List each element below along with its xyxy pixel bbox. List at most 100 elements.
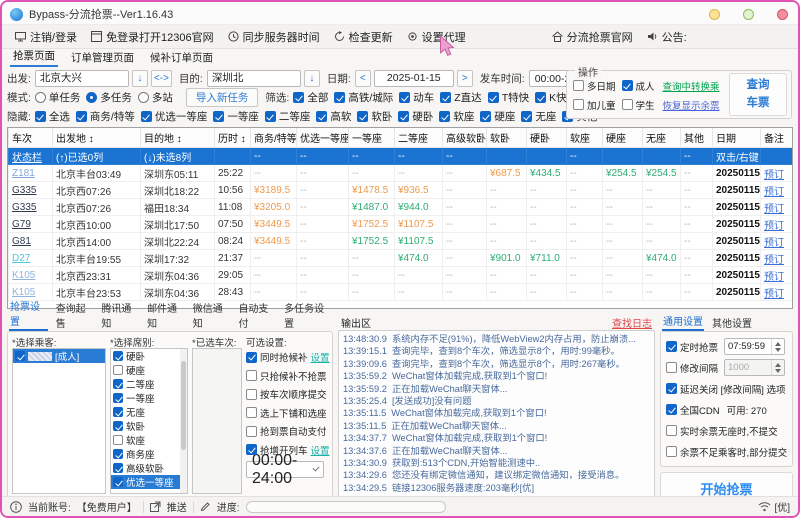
tab-general-settings[interactable]: 通用设置 <box>662 313 704 331</box>
set-proxy-button[interactable]: 设置代理 <box>400 27 473 47</box>
column-header[interactable]: 一等座 <box>348 128 395 148</box>
seat-class-listbox[interactable]: 硬卧 硬座 二等座 一等座 无座 软卧 软座 商务座 高级软卧 优选一等座 <box>110 348 188 494</box>
optional-setting-3[interactable]: 选上下铺和选座 <box>246 404 328 423</box>
announcement-label[interactable]: 公告: <box>640 27 694 47</box>
column-header[interactable]: 日期 <box>712 128 761 148</box>
tab-grab-ticket[interactable]: 抢票页面 <box>10 48 58 67</box>
ops-checkbox2-0[interactable]: 加儿童 <box>573 98 616 112</box>
table-row[interactable]: K105 北京西23:31 深圳东04:36 29:05 -- -- -- -- -- -- -- -… <box>8 266 792 284</box>
spinner-input[interactable]: 1000 <box>724 359 786 376</box>
to-dropdown-button[interactable]: ↓ <box>303 70 320 87</box>
passenger-item[interactable]: [成人] <box>13 349 105 363</box>
table-row[interactable]: Z181 北京丰台03:49 深圳东05:11 25:22 -- -- -- -- -- ¥687… <box>8 164 792 182</box>
column-header[interactable]: 其他 <box>680 128 713 148</box>
log-output-box[interactable]: 13:48:30.9 系统内存不足(91%)，降低WebView2内存占用，防止崩… <box>338 330 655 498</box>
spinner-input[interactable]: 07:59:59 <box>724 338 786 355</box>
hide-checkbox-2[interactable]: 优选一等座 <box>140 109 207 124</box>
column-header[interactable]: 软座 <box>566 128 603 148</box>
train-code-link[interactable]: G81 <box>12 236 31 247</box>
mode-radio-2[interactable]: 多站 <box>137 90 173 105</box>
close-button[interactable] <box>777 8 788 20</box>
ops-checkbox-1[interactable]: 成人 <box>621 79 655 93</box>
filter-checkbox-0[interactable]: 全部 <box>293 90 328 105</box>
book-link[interactable]: 预订 <box>764 289 784 300</box>
seat-class-item[interactable]: 二等座 <box>111 377 187 391</box>
hide-checkbox-10[interactable]: 无座 <box>521 109 556 124</box>
ops-checkbox2-1[interactable]: 学生 <box>621 98 655 112</box>
seat-class-item[interactable]: 商务座 <box>111 447 187 461</box>
optional-setting-0[interactable]: 同时抢候补 设置 <box>246 348 330 367</box>
official-site-link[interactable]: 分流抢票官网 <box>545 27 640 47</box>
mode-radio-0[interactable]: 单任务 <box>34 90 80 105</box>
seat-class-item[interactable]: 软座 <box>111 433 187 447</box>
settings-link[interactable]: 设置 <box>311 350 330 364</box>
filter-checkbox-3[interactable]: Z直达 <box>440 90 482 105</box>
general-setting-2[interactable]: 延迟关闭 [修改间隔] 选项 <box>666 378 787 399</box>
date-input[interactable]: 2025-01-15 <box>373 70 454 87</box>
train-code-link[interactable]: Z181 <box>12 168 35 179</box>
column-header[interactable]: 优选一等座 <box>296 128 349 148</box>
transfer-query-link[interactable]: 查询中转换乘 <box>663 79 720 93</box>
maximize-button[interactable] <box>743 8 754 20</box>
hide-checkbox-8[interactable]: 软座 <box>439 109 474 124</box>
train-code-link[interactable]: K105 <box>12 270 35 281</box>
minimize-button[interactable] <box>709 8 720 20</box>
table-row[interactable]: G81 北京西14:00 深圳北22:24 08:24 ¥3449.5 -- ¥1752.5… <box>8 232 792 250</box>
column-header[interactable]: 高级软卧 <box>442 128 487 148</box>
general-setting-4[interactable]: 实时余票无座时,不提交 <box>666 420 787 441</box>
settings-tab-0[interactable]: 抢票设置 <box>9 298 48 331</box>
train-code-link[interactable]: G335 <box>12 185 36 196</box>
train-code-link[interactable]: G79 <box>12 219 31 230</box>
general-setting-0[interactable]: 定时抢票 07:59:59 <box>666 336 787 357</box>
table-row[interactable]: G79 北京西10:00 深圳北17:50 07:50 ¥3449.5 -- ¥1752.5… <box>8 215 792 233</box>
book-link[interactable]: 预订 <box>764 170 784 181</box>
hide-checkbox-4[interactable]: 二等座 <box>264 109 310 124</box>
column-header[interactable]: 二等座 <box>394 128 443 148</box>
sync-server-time-button[interactable]: 同步服务器时间 <box>221 27 327 47</box>
hide-checkbox-3[interactable]: 一等座 <box>213 109 259 124</box>
column-header[interactable]: 软卧 <box>486 128 527 148</box>
settings-tab-4[interactable]: 微信通知 <box>192 300 231 331</box>
column-header[interactable]: 历时 ↕ <box>214 128 251 148</box>
seat-class-item[interactable]: 优选一等座 <box>111 475 187 489</box>
hide-checkbox-6[interactable]: 软卧 <box>357 109 392 124</box>
seat-class-item[interactable]: 硬卧 <box>111 349 187 363</box>
book-link[interactable]: 预订 <box>764 272 784 283</box>
settings-tab-6[interactable]: 多任务设置 <box>283 300 331 331</box>
hide-checkbox-0[interactable]: 全选 <box>34 109 70 124</box>
settings-tab-5[interactable]: 自动支付 <box>237 300 276 331</box>
column-header[interactable]: 出发地 ↕ <box>52 128 141 148</box>
settings-tab-3[interactable]: 邮件通知 <box>146 300 185 331</box>
column-header[interactable]: 车次 <box>8 128 53 148</box>
optional-setting-1[interactable]: 只抢候补不抢票 <box>246 367 328 386</box>
settings-tab-2[interactable]: 腾讯通知 <box>100 300 139 331</box>
tab-other-settings[interactable]: 其他设置 <box>711 315 753 331</box>
prev-date-button[interactable]: < <box>354 70 371 87</box>
hide-checkbox-1[interactable]: 商务/特等 <box>75 109 135 124</box>
table-row[interactable]: G335 北京西07:26 福田18:34 11:08 ¥3205.0 -- ¥1487.0… <box>8 198 792 216</box>
import-task-button[interactable]: 导入新任务 <box>185 88 259 107</box>
seat-class-item[interactable]: 硬座 <box>111 363 187 377</box>
table-row[interactable]: D27 北京丰台19:55 深圳17:32 21:37 -- -- -- ¥474.0 -- ¥9… <box>8 249 792 267</box>
seat-class-item[interactable]: 软卧 <box>111 419 187 433</box>
tab-waitlist-order[interactable]: 候补订单页面 <box>147 50 216 67</box>
query-tickets-button[interactable]: 查询车票 <box>729 73 787 116</box>
settings-link[interactable]: 设置 <box>311 443 330 457</box>
from-dropdown-button[interactable]: ↓ <box>131 70 148 87</box>
hide-checkbox-7[interactable]: 硬卧 <box>398 109 433 124</box>
train-code-link[interactable]: K105 <box>12 287 35 298</box>
from-station-input[interactable]: 北京大兴 <box>34 70 129 87</box>
mode-radio-1[interactable]: 多任务 <box>86 90 132 105</box>
grab-time-range-select[interactable]: 00:00-24:00 <box>246 452 324 487</box>
settings-tab-1[interactable]: 查询起售 <box>55 300 94 331</box>
restore-tickets-link[interactable]: 恢复显示余票 <box>663 98 720 112</box>
hide-checkbox-9[interactable]: 硬座 <box>480 109 515 124</box>
seat-class-item[interactable]: 高级软卧 <box>111 461 187 475</box>
column-header[interactable]: 硬座 <box>602 128 643 148</box>
check-update-button[interactable]: 检查更新 <box>327 27 400 47</box>
table-row[interactable]: G335 北京西07:26 深圳北18:22 10:56 ¥3189.5 -- ¥1478.… <box>8 181 792 199</box>
column-header[interactable]: 硬卧 <box>526 128 567 148</box>
optional-setting-2[interactable]: 按车次顺序提交 <box>246 385 328 404</box>
book-link[interactable]: 预订 <box>764 204 784 215</box>
hide-checkbox-5[interactable]: 高软 <box>316 109 351 124</box>
